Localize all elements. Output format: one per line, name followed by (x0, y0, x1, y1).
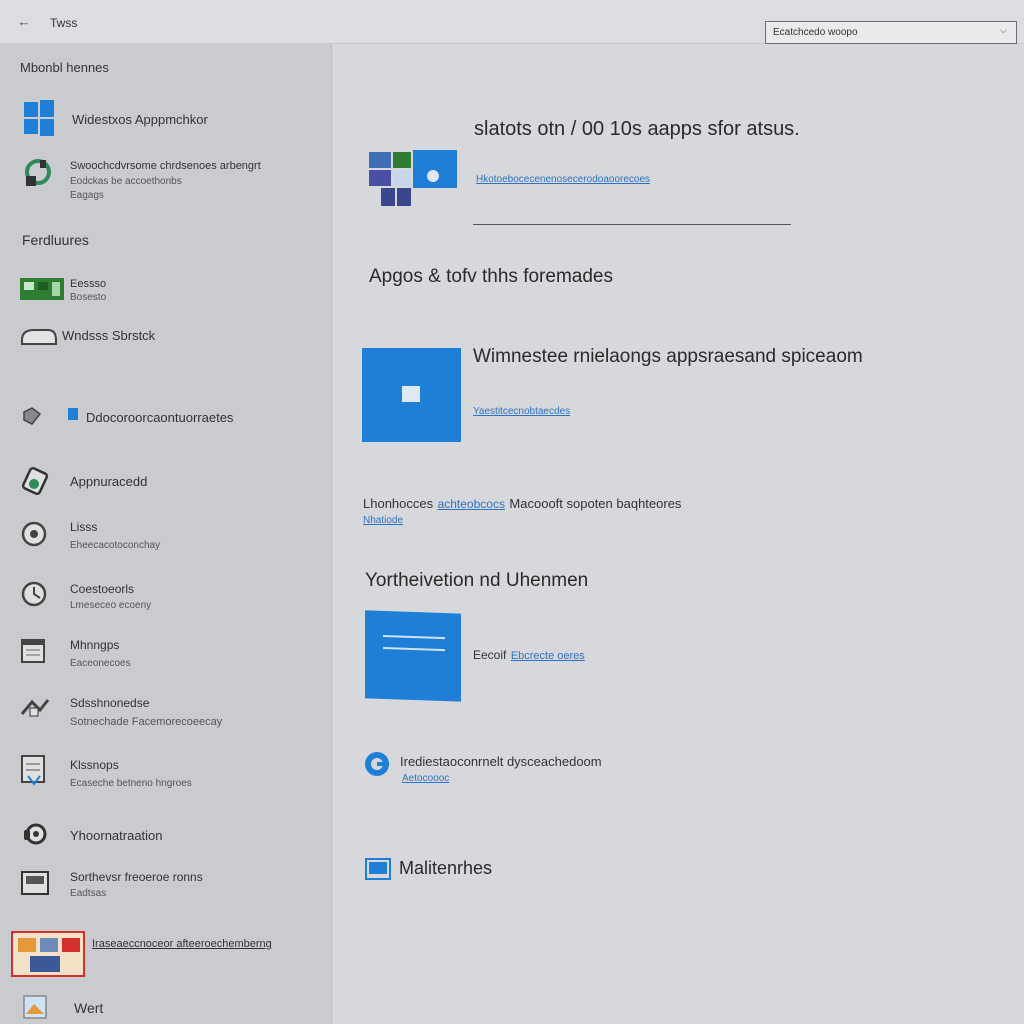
sidebar-item-highlighted[interactable]: Iraseaeccnoceor afteeroechemberng (10, 930, 310, 980)
tile-line (383, 634, 445, 640)
calendar-icon (21, 639, 45, 663)
sidebar: Mbonbl hennes Widestxos Apppmchkor Swooc… (0, 44, 332, 1024)
printer-icon (21, 871, 49, 895)
window-title: Twss (50, 16, 78, 30)
clock-settings-icon (21, 581, 47, 607)
sidebar-item-sdsshnonedse[interactable]: Sdsshnonedse Sotnechade Facemorecoeecay (18, 694, 318, 734)
sidebar-item-label: Wert (74, 1000, 104, 1016)
sidebar-item-sub: Bosesto (70, 292, 107, 303)
keyboard-icon (21, 329, 57, 345)
windows-logo-icon (24, 100, 54, 136)
info-link[interactable]: achteobcocs (438, 497, 505, 511)
camera-icon (21, 521, 47, 547)
devices-icon (20, 699, 50, 717)
sidebar-item-label: Swoochcdvrsome chrdsenoes arbengrt (70, 160, 261, 172)
sidebar-item-sub2: Eagags (70, 190, 104, 201)
sidebar-item-yhoornatraation[interactable]: Yhoornatraation (18, 818, 318, 848)
store-tiles-icon (369, 150, 457, 206)
documents-icon (23, 407, 78, 425)
window-icon (402, 386, 420, 402)
sidebar-item-label: Iraseaeccnoceor afteeroechemberng (92, 938, 272, 950)
headline: slatots otn / 00 10s aapps sfor atsus. (474, 118, 800, 140)
sidebar-item-mhnngps[interactable]: Mhnngps Eaceonecoes (18, 636, 318, 676)
sidebar-item-label: Sdsshnonedse (70, 696, 150, 710)
app-tile[interactable] (362, 348, 461, 442)
back-arrow-icon[interactable]: ← (14, 12, 34, 32)
sidebar-item-label: Appnuracedd (70, 474, 148, 489)
sidebar-item-sub: Lmeseceo ecoeny (70, 600, 152, 611)
main-content: slatots otn / 00 10s aapps sfor atsus. H… (333, 44, 1024, 1024)
section-title-2: Yortheivetion nd Uhenmen (365, 570, 589, 591)
footer-title: Malitenrhes (399, 858, 493, 878)
gear-apps-icon (25, 159, 51, 186)
sidebar-heading: Mbonbl hennes (20, 60, 109, 75)
sidebar-item-windows-search[interactable]: Wndsss Sbrstck (18, 324, 318, 352)
headset-icon (24, 823, 47, 845)
card1-title: Wimnestee rnielaongs appsraesand spiceao… (473, 346, 863, 367)
sidebar-item-controls[interactable]: Coestoeorls Lmeseceo ecoeny (18, 578, 318, 618)
sidebar-item-wert[interactable]: Wert (18, 992, 318, 1024)
card2-text: Eecoif (473, 648, 507, 662)
sidebar-item-compatibility[interactable]: Swoochcdvrsome chrdsenoes arbengrt Eodck… (18, 156, 318, 206)
clipboard-icon (21, 755, 45, 786)
sidebar-item-label: Widestxos Apppmchkor (72, 112, 208, 127)
sidebar-item-label: Yhoornatraation (70, 828, 163, 843)
sidebar-item-label: Sorthevsr freoeroe ronns (70, 870, 203, 884)
tile-line (383, 646, 445, 652)
photo-icon (23, 995, 47, 1019)
chevron-down-icon[interactable]: ⌵ (1000, 25, 1007, 36)
monitor-icon (365, 858, 391, 880)
sidebar-item-label: Coestoeorls (70, 582, 135, 596)
info-text-rest: Macoooft sopoten baqhteores (509, 496, 682, 511)
divider (473, 224, 791, 225)
sidebar-item-windows[interactable]: Widestxos Apppmchkor (18, 100, 318, 140)
edge-text: Irediestaoconrnelt dysceachedoom (400, 754, 602, 769)
section-title-apps: Apgos & tofv thhs foremades (369, 266, 613, 287)
card2-row: Eecoif Ebcrecte oeres (473, 646, 585, 664)
sidebar-item-label: Ddocoroorcaontuorraetes (86, 410, 234, 425)
sidebar-item-lisss[interactable]: Lisss Eheecacotoconchay (18, 518, 318, 558)
sidebar-item-sub: Eodckas be accoethonbs (70, 176, 182, 187)
sidebar-item-label: Wndsss Sbrstck (62, 328, 156, 343)
sidebar-item-appnuracedd[interactable]: Appnuracedd (18, 466, 318, 500)
store-apps-icon (20, 278, 64, 300)
card2-link[interactable]: Ebcrecte oeres (511, 650, 585, 662)
sidebar-item-label: Eessso (70, 278, 107, 290)
sidebar-item-label: Mhnngps (70, 638, 120, 652)
sidebar-item-documents[interactable]: Ddocoroorcaontuorraetes (18, 404, 318, 432)
sidebar-item-sub: Eadtsas (70, 888, 107, 899)
puzzle-icon (21, 466, 49, 496)
card1-link[interactable]: Yaestitcecnobtaecdes (473, 406, 570, 417)
photos-collage-icon (11, 931, 85, 977)
sidebar-item-klssnops[interactable]: Klssnops Ecaseche betneno hngroes (18, 752, 318, 800)
info-line: Lhonhocces achteobcocs Macoooft sopoten … (363, 495, 681, 513)
info-text: Lhonhocces (363, 496, 434, 511)
edge-browser-icon[interactable] (363, 750, 391, 778)
sidebar-item-label: Klssnops (70, 758, 119, 772)
sidebar-heading-features: Ferdluures (22, 232, 89, 248)
search-input[interactable] (765, 21, 1017, 44)
sidebar-item-sub: Eheecacotoconchay (70, 540, 161, 551)
sidebar-item-sorthevsr[interactable]: Sorthevsr freoeroe ronns Eadtsas (18, 866, 318, 906)
edge-link[interactable]: Aetocoooc (402, 773, 449, 784)
sidebar-item-sub: Sotnechade Facemorecoeecay (70, 716, 223, 728)
info-link-2[interactable]: Nhatiode (363, 515, 403, 526)
sidebar-item-essso[interactable]: Eessso Bosesto (18, 276, 318, 310)
sidebar-item-label: Lisss (70, 520, 98, 534)
sidebar-item-sub: Eaceonecoes (70, 658, 131, 669)
sidebar-item-sub: Ecaseche betneno hngroes (70, 778, 192, 789)
video-tile[interactable] (365, 610, 461, 702)
headline-link[interactable]: Hkotoebocecenenosecerodoaoorecoes (476, 174, 650, 185)
